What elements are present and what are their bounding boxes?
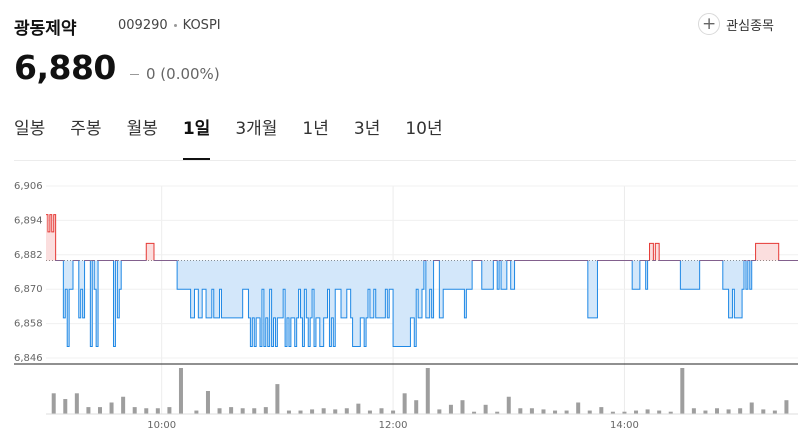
tab-weekly[interactable]: 주봉 (70, 114, 101, 160)
y-tick-label: 6,858 (14, 319, 43, 330)
tab-1year[interactable]: 1년 (302, 114, 328, 160)
volume-bar (263, 407, 268, 414)
volume-bar (738, 408, 743, 414)
current-price: 6,880 (14, 48, 116, 87)
volume-bar (379, 408, 384, 414)
volume-bar (356, 403, 361, 414)
watchlist-label: 관심종목 (726, 18, 774, 34)
tab-3year[interactable]: 3년 (354, 114, 380, 160)
volume-bar (726, 409, 731, 414)
volume-bar (553, 410, 558, 414)
volume-bar (564, 410, 569, 414)
volume-bar (715, 408, 720, 414)
down-area-fill (63, 260, 752, 347)
volume-bar (541, 409, 546, 414)
volume-bar (310, 409, 315, 414)
volume-bar (51, 393, 56, 414)
y-tick-label: 6,906 (14, 181, 43, 192)
volume-bar (460, 400, 465, 414)
y-tick-label: 6,846 (14, 353, 43, 364)
tab-3month[interactable]: 3개월 (235, 114, 277, 160)
volume-bar (217, 408, 222, 414)
no-change-icon (130, 74, 139, 75)
market-name: KOSPI (182, 18, 221, 33)
price-change: 0 (0.00%) (130, 65, 220, 83)
volume-bar (97, 407, 102, 414)
volume-bar (286, 410, 291, 414)
volume-bar (518, 408, 523, 414)
volume-bar (576, 402, 581, 414)
volume-bar (74, 393, 79, 414)
volume-bar (229, 407, 234, 414)
volume-bar (425, 368, 430, 414)
volume-bar (772, 410, 777, 414)
stock-code-market: 009290 KOSPI (118, 18, 221, 33)
volume-bar (506, 396, 511, 414)
volume-bar (437, 409, 442, 414)
volume-bar (275, 384, 280, 414)
volume-bar (240, 408, 245, 414)
x-axis-labels: 10:00 12:00 14:00 (147, 420, 639, 431)
volume-bar (333, 409, 338, 414)
tab-daily[interactable]: 일봉 (14, 114, 45, 160)
volume-bar (205, 391, 210, 414)
stock-name: 광동제약 (14, 19, 77, 39)
x-tick-label: 10:00 (147, 420, 176, 431)
y-tick-label: 6,894 (14, 215, 43, 226)
volume-bar (144, 408, 149, 414)
separator-dot (173, 24, 177, 27)
volume-bar (645, 409, 650, 414)
period-tabs: 일봉 주봉 월봉 1일 3개월 1년 3년 10년 (14, 114, 468, 160)
intraday-chart[interactable]: 6,906 6,894 6,882 6,870 6,858 6,846 10:00 12:0… (0, 170, 810, 434)
tab-monthly[interactable]: 월봉 (127, 114, 158, 160)
volume-bar (194, 410, 199, 414)
volume-bar (749, 402, 754, 414)
volume-bar (321, 408, 326, 414)
volume-bar (252, 408, 257, 414)
price-area-fills (46, 214, 798, 347)
volume-bar (599, 407, 604, 414)
volume-bar (414, 400, 419, 414)
y-tick-label: 6,870 (14, 284, 43, 295)
volume-bar (448, 404, 453, 414)
stock-header: 광동제약 009290 KOSPI + 관심종목 (14, 10, 796, 40)
volume-bar (109, 402, 114, 414)
volume-bar (391, 410, 396, 414)
tabs-divider (14, 160, 796, 161)
volume-bar (657, 410, 662, 414)
volume-bar (587, 410, 592, 414)
y-axis-labels: 6,906 6,894 6,882 6,870 6,858 6,846 (14, 181, 43, 364)
tab-10year[interactable]: 10년 (405, 114, 442, 160)
tab-1day[interactable]: 1일 (182, 114, 211, 160)
volume-bar (155, 408, 160, 414)
volume-bar (634, 410, 639, 414)
volume-bar (483, 404, 488, 414)
volume-bar (132, 407, 137, 414)
volume-bar (63, 399, 68, 414)
volume-bar (761, 409, 766, 414)
stock-code: 009290 (118, 18, 168, 33)
volume-bar (691, 408, 696, 414)
x-tick-label: 12:00 (379, 420, 408, 431)
volume-bar (784, 400, 789, 414)
volume-bar (703, 410, 708, 414)
volume-bar (367, 410, 372, 414)
volume-bar (680, 368, 685, 414)
price-change-value: 0 (0.00%) (146, 65, 220, 83)
volume-bar (298, 410, 303, 414)
volume-bar (344, 408, 349, 414)
volume-bar (167, 407, 172, 414)
x-tick-label: 14:00 (610, 420, 639, 431)
volume-bar (121, 396, 126, 414)
volume-bar (402, 393, 407, 414)
plus-icon: + (698, 13, 721, 35)
add-watchlist-button[interactable]: + 관심종목 (698, 10, 774, 38)
volume-bar (86, 407, 91, 414)
volume-bar (529, 408, 534, 414)
y-tick-label: 6,882 (14, 250, 43, 261)
volume-bar (178, 368, 183, 414)
volume-bars (46, 368, 798, 415)
